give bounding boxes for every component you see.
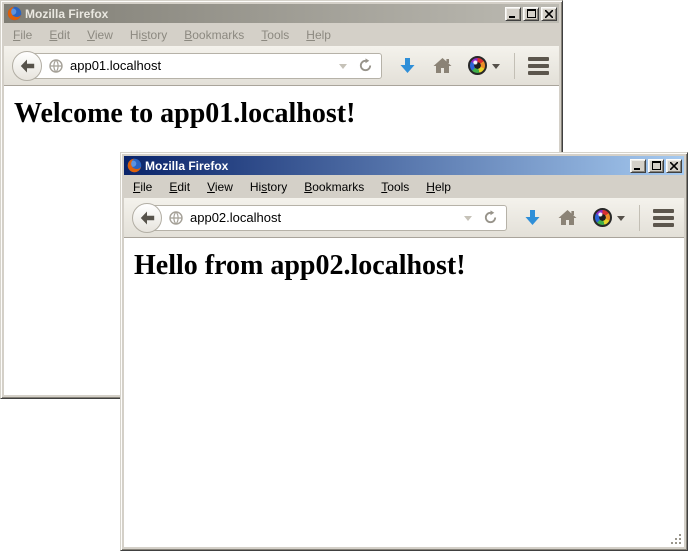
download-button[interactable] bbox=[398, 57, 417, 75]
menu-item-edit[interactable]: Edit bbox=[162, 178, 197, 196]
url-bar[interactable]: app02.localhost bbox=[147, 205, 507, 231]
home-button[interactable] bbox=[433, 57, 452, 74]
site-globe-icon bbox=[169, 211, 183, 225]
menu-item-file[interactable]: File bbox=[126, 178, 159, 196]
toolbar-separator bbox=[514, 53, 515, 79]
minimize-icon bbox=[634, 161, 642, 170]
close-icon bbox=[670, 162, 678, 170]
url-text[interactable]: app01.localhost bbox=[70, 58, 333, 73]
home-icon bbox=[433, 57, 452, 74]
hamburger-icon bbox=[653, 209, 674, 213]
resize-grip[interactable] bbox=[670, 533, 683, 546]
menu-item-help[interactable]: Help bbox=[299, 26, 338, 44]
reload-icon[interactable] bbox=[358, 58, 373, 73]
maximize-icon bbox=[527, 9, 536, 18]
back-button[interactable] bbox=[12, 51, 42, 81]
firefox-logo-icon bbox=[127, 158, 142, 173]
window-title: Mozilla Firefox bbox=[25, 7, 505, 21]
colorzilla-button[interactable] bbox=[593, 208, 625, 227]
maximize-button[interactable] bbox=[523, 7, 539, 21]
maximize-button[interactable] bbox=[648, 159, 664, 173]
menu-item-tools[interactable]: Tools bbox=[254, 26, 296, 44]
reload-icon[interactable] bbox=[483, 210, 498, 225]
menu-panel-button[interactable] bbox=[653, 209, 674, 227]
menu-item-bookmarks[interactable]: Bookmarks bbox=[177, 26, 251, 44]
menu-bar: File Edit View History Bookmarks Tools H… bbox=[4, 23, 559, 46]
minimize-button[interactable] bbox=[630, 159, 646, 173]
window-title: Mozilla Firefox bbox=[145, 159, 630, 173]
firefox-logo-icon bbox=[7, 6, 22, 21]
back-arrow-icon bbox=[20, 59, 35, 73]
menu-item-tools[interactable]: Tools bbox=[374, 178, 416, 196]
page-content-app02: Hello from app02.localhost! bbox=[124, 238, 684, 547]
home-button[interactable] bbox=[558, 209, 577, 226]
close-button[interactable] bbox=[666, 159, 682, 173]
download-arrow-icon bbox=[523, 209, 542, 227]
navigation-toolbar: app01.localhost bbox=[4, 46, 559, 86]
color-lens-icon bbox=[593, 208, 612, 227]
home-icon bbox=[558, 209, 577, 226]
hamburger-icon bbox=[528, 57, 549, 61]
menu-bar: File Edit View History Bookmarks Tools H… bbox=[124, 175, 684, 198]
menu-item-bookmarks[interactable]: Bookmarks bbox=[297, 178, 371, 196]
url-bar[interactable]: app01.localhost bbox=[27, 53, 382, 79]
download-button[interactable] bbox=[523, 209, 542, 227]
titlebar[interactable]: Mozilla Firefox bbox=[124, 156, 684, 175]
close-button[interactable] bbox=[541, 7, 557, 21]
url-dropdown-icon[interactable] bbox=[339, 64, 347, 73]
menu-item-view[interactable]: View bbox=[80, 26, 120, 44]
menu-item-view[interactable]: View bbox=[200, 178, 240, 196]
colorzilla-button[interactable] bbox=[468, 56, 500, 75]
window-app02: Mozilla Firefox File Edit View History B… bbox=[120, 152, 688, 551]
maximize-icon bbox=[652, 161, 661, 170]
menu-item-history[interactable]: History bbox=[123, 26, 174, 44]
menu-item-file[interactable]: File bbox=[6, 26, 39, 44]
toolbar-separator bbox=[639, 205, 640, 231]
back-button[interactable] bbox=[132, 203, 162, 233]
menu-panel-button[interactable] bbox=[528, 57, 549, 75]
minimize-button[interactable] bbox=[505, 7, 521, 21]
url-dropdown-icon[interactable] bbox=[464, 216, 472, 225]
url-text[interactable]: app02.localhost bbox=[190, 210, 458, 225]
menu-item-help[interactable]: Help bbox=[419, 178, 458, 196]
back-arrow-icon bbox=[140, 211, 155, 225]
titlebar[interactable]: Mozilla Firefox bbox=[4, 4, 559, 23]
page-heading: Hello from app02.localhost! bbox=[134, 250, 684, 282]
site-globe-icon bbox=[49, 59, 63, 73]
menu-item-edit[interactable]: Edit bbox=[42, 26, 77, 44]
download-arrow-icon bbox=[398, 57, 417, 75]
navigation-toolbar: app02.localhost bbox=[124, 198, 684, 238]
color-lens-icon bbox=[468, 56, 487, 75]
chevron-down-icon bbox=[492, 64, 500, 73]
close-icon bbox=[545, 10, 553, 18]
chevron-down-icon bbox=[617, 216, 625, 225]
page-heading: Welcome to app01.localhost! bbox=[14, 98, 559, 130]
menu-item-history[interactable]: History bbox=[243, 178, 294, 196]
minimize-icon bbox=[509, 9, 517, 18]
